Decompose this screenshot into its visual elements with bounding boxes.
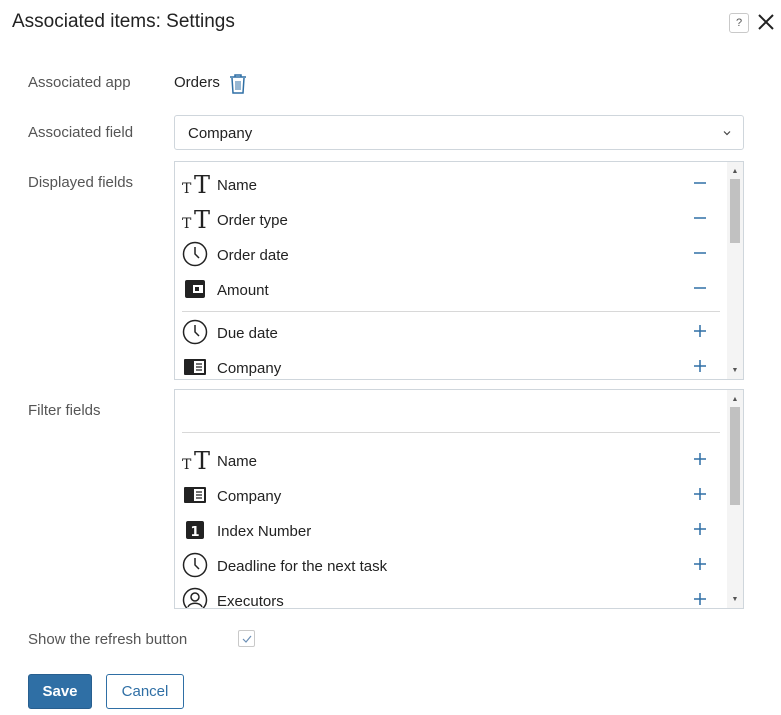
- help-button[interactable]: ?: [729, 13, 749, 33]
- svg-text:T: T: [182, 457, 192, 473]
- field-row[interactable]: 1 Index Number: [175, 512, 727, 547]
- refresh-checkbox[interactable]: [238, 630, 255, 647]
- field-label: Due date: [217, 325, 278, 342]
- plus-icon: [694, 488, 706, 500]
- scroll-down-arrow-icon[interactable]: ▼: [727, 592, 743, 606]
- associated-app-label: Associated app: [28, 74, 131, 91]
- scroll-thumb[interactable]: [730, 407, 740, 505]
- checkmark-icon: [242, 635, 251, 643]
- remove-field-button[interactable]: [689, 277, 711, 299]
- minus-icon: [694, 217, 706, 219]
- associated-app-value: Orders: [174, 74, 220, 91]
- user-icon: [182, 587, 208, 608]
- field-row[interactable]: T T Name: [175, 442, 727, 477]
- wallet-icon: [182, 276, 208, 302]
- plus-icon: [694, 558, 706, 570]
- field-label: Executors: [217, 593, 284, 609]
- filter-scrollbar[interactable]: ▲ ▼: [727, 390, 743, 608]
- text-icon: TT: [182, 206, 210, 234]
- add-field-button[interactable]: [689, 320, 711, 342]
- remove-field-button[interactable]: [689, 207, 711, 229]
- chevron-down-icon: [723, 131, 731, 136]
- delete-app-button[interactable]: [228, 73, 248, 95]
- svg-text:T: T: [182, 216, 192, 232]
- filter-fields-label: Filter fields: [28, 402, 101, 419]
- svg-text:T: T: [194, 447, 210, 473]
- field-label: Name: [217, 453, 258, 470]
- clock-icon: [182, 319, 208, 345]
- text-icon: TT: [182, 447, 210, 475]
- field-label: Name: [217, 177, 258, 194]
- refresh-button-label: Show the refresh button: [28, 631, 188, 648]
- card-icon: [182, 354, 208, 379]
- field-label: Amount: [217, 282, 269, 299]
- number-icon: 1: [182, 517, 208, 543]
- clock-icon: [182, 241, 208, 267]
- save-button[interactable]: Save: [28, 674, 92, 709]
- svg-text:T: T: [194, 206, 210, 232]
- add-field-button[interactable]: [689, 448, 711, 470]
- displayed-fields-label: Displayed fields: [28, 174, 134, 191]
- close-icon: [758, 14, 774, 30]
- field-row[interactable]: Executors: [175, 582, 727, 609]
- field-label: Order date: [217, 247, 289, 264]
- displayed-scrollbar[interactable]: ▲ ▼: [727, 162, 743, 379]
- remove-field-button[interactable]: [689, 242, 711, 264]
- field-row[interactable]: T T Order type: [175, 201, 727, 236]
- svg-text:T: T: [182, 181, 192, 197]
- field-row[interactable]: Due date: [175, 314, 727, 349]
- minus-icon: [694, 287, 706, 289]
- field-label: Company: [217, 360, 282, 377]
- add-field-button[interactable]: [689, 553, 711, 575]
- list-divider: [182, 432, 720, 433]
- plus-icon: [694, 593, 706, 605]
- filter-fields-list[interactable]: ▲ ▼ T T Name Company 1 Index Number Deadline f…: [174, 389, 744, 609]
- minus-icon: [694, 252, 706, 254]
- field-row[interactable]: Amount: [175, 271, 727, 306]
- svg-text:T: T: [194, 171, 210, 197]
- svg-text:1: 1: [190, 525, 199, 540]
- plus-icon: [694, 453, 706, 465]
- field-label: Company: [217, 488, 282, 505]
- list-divider: [182, 311, 720, 312]
- field-row[interactable]: T T Name: [175, 166, 727, 201]
- dialog-title: Associated items: Settings: [12, 11, 235, 32]
- add-field-button[interactable]: [689, 588, 711, 608]
- associated-field-value: Company: [188, 125, 253, 142]
- plus-icon: [694, 523, 706, 535]
- field-row[interactable]: Company: [175, 349, 727, 379]
- field-label: Deadline for the next task: [217, 558, 388, 575]
- clock-icon: [182, 552, 208, 578]
- card-icon: [182, 482, 208, 508]
- add-field-button[interactable]: [689, 518, 711, 540]
- minus-icon: [694, 182, 706, 184]
- associated-field-label: Associated field: [28, 124, 134, 141]
- field-row[interactable]: Deadline for the next task: [175, 547, 727, 582]
- scroll-thumb[interactable]: [730, 179, 740, 243]
- field-row[interactable]: Order date: [175, 236, 727, 271]
- text-icon: TT: [182, 171, 210, 199]
- field-label: Index Number: [217, 523, 312, 540]
- add-field-button[interactable]: [689, 483, 711, 505]
- scroll-down-arrow-icon[interactable]: ▼: [727, 363, 743, 377]
- cancel-button[interactable]: Cancel: [106, 674, 184, 709]
- remove-field-button[interactable]: [689, 172, 711, 194]
- add-field-button[interactable]: [689, 355, 711, 377]
- plus-icon: [694, 360, 706, 372]
- trash-icon: [230, 74, 246, 94]
- field-label: Order type: [217, 212, 288, 229]
- associated-field-select[interactable]: Company: [174, 115, 744, 150]
- scroll-up-arrow-icon[interactable]: ▲: [727, 164, 743, 178]
- plus-icon: [694, 325, 706, 337]
- scroll-up-arrow-icon[interactable]: ▲: [727, 392, 743, 406]
- field-row[interactable]: Company: [175, 477, 727, 512]
- displayed-fields-list[interactable]: ▲ ▼ T T Name T T Order type Order date Amount Du…: [174, 161, 744, 380]
- close-button[interactable]: [755, 11, 777, 33]
